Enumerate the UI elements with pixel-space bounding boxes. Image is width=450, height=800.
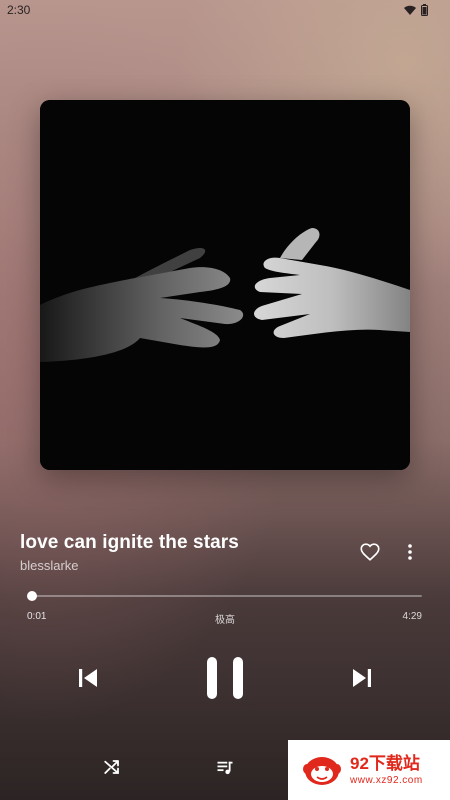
track-title: love can ignite the stars bbox=[20, 532, 239, 553]
track-artist[interactable]: blesslarke bbox=[20, 558, 79, 573]
shuffle-button[interactable] bbox=[103, 758, 121, 776]
player-screen: 2:30 love can ignite the stars blesslark… bbox=[0, 0, 450, 800]
queue-icon bbox=[217, 761, 233, 775]
shuffle-icon bbox=[104, 760, 119, 774]
status-time: 2:30 bbox=[7, 3, 31, 17]
album-cover-image bbox=[40, 100, 410, 470]
status-icons bbox=[404, 4, 428, 16]
previous-button[interactable] bbox=[76, 666, 100, 690]
like-button[interactable] bbox=[359, 541, 381, 563]
total-time: 4:29 bbox=[402, 611, 422, 622]
progress-thumb[interactable] bbox=[26, 591, 37, 601]
queue-button[interactable] bbox=[216, 758, 234, 776]
watermark-logo-icon bbox=[303, 757, 341, 785]
progress-bar[interactable] bbox=[26, 591, 422, 601]
battery-icon bbox=[421, 4, 428, 16]
audio-quality-button[interactable]: 极高 bbox=[0, 611, 450, 626]
pause-icon bbox=[207, 657, 243, 699]
album-cover bbox=[40, 100, 410, 470]
next-button[interactable] bbox=[350, 666, 374, 690]
watermark-text-group: 92下载站 www.xz92.com bbox=[342, 755, 423, 786]
more-options-button[interactable] bbox=[399, 541, 421, 563]
more-icon bbox=[408, 544, 412, 560]
watermark-brand: 92下载站 bbox=[350, 753, 420, 773]
next-icon bbox=[353, 669, 371, 687]
pause-button[interactable] bbox=[204, 656, 246, 700]
watermark-url: www.xz92.com bbox=[350, 774, 423, 786]
heart-icon bbox=[360, 543, 380, 561]
wifi-icon bbox=[404, 5, 416, 15]
status-bar: 2:30 bbox=[0, 0, 450, 22]
previous-icon bbox=[79, 669, 97, 687]
watermark: 92下载站 www.xz92.com bbox=[288, 740, 450, 800]
